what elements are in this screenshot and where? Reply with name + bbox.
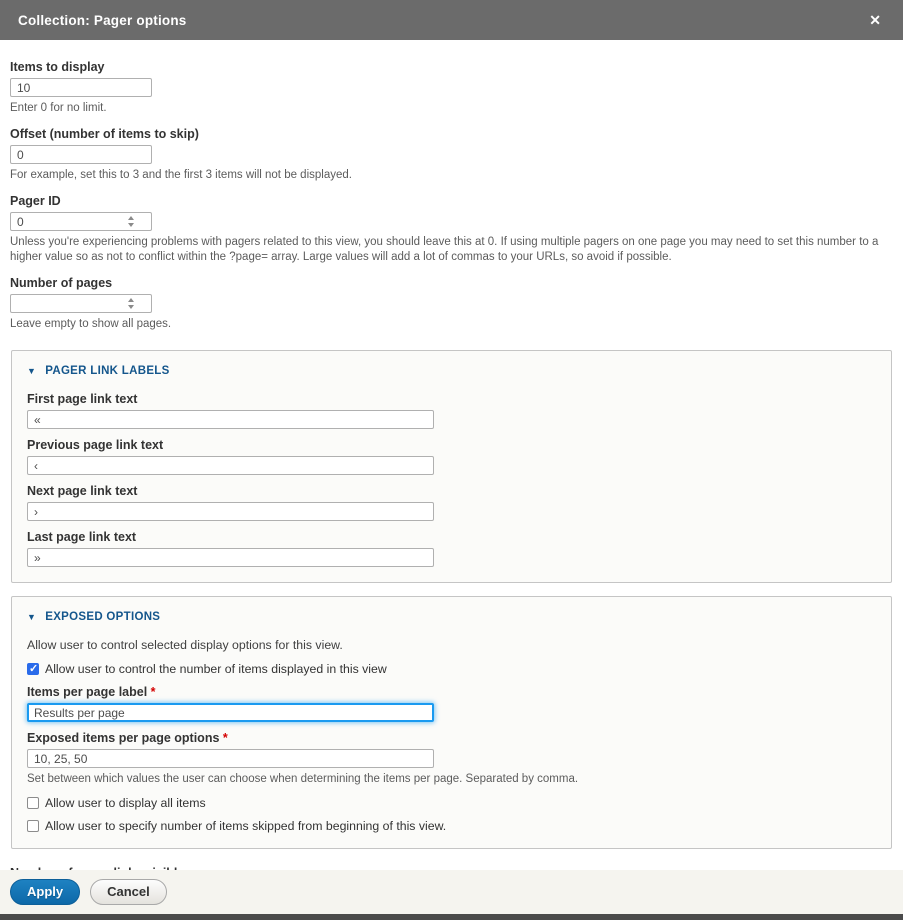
checkbox-checked-icon[interactable] (27, 663, 39, 675)
exposed-items-options-description: Set between which values the user can ch… (27, 772, 876, 787)
exposed-items-options-input[interactable] (27, 749, 434, 768)
form-item-offset: Offset (number of items to skip) For exa… (10, 127, 893, 183)
number-of-pages-label: Number of pages (10, 276, 893, 291)
checkbox-skip-items-label: Allow user to specify number of items sk… (45, 819, 446, 833)
form-item-exposed-items-options: Exposed items per page options * Set bet… (27, 731, 876, 787)
form-item-items-per-page-label: Items per page label * (27, 685, 876, 722)
form-item-items-to-display: Items to display Enter 0 for no limit. (10, 60, 893, 116)
previous-page-link-input[interactable] (27, 456, 434, 475)
offset-input[interactable] (10, 145, 152, 164)
first-page-link-input[interactable] (27, 410, 434, 429)
offset-label: Offset (number of items to skip) (10, 127, 893, 142)
page-background-strip (0, 914, 903, 920)
number-of-pages-number-wrap (10, 294, 152, 313)
items-to-display-label: Items to display (10, 60, 893, 75)
number-spinner-icon[interactable] (126, 298, 135, 309)
close-icon[interactable]: ✕ (865, 11, 885, 29)
fieldset-pager-link-labels: ▼ PAGER LINK LABELS First page link text… (11, 350, 892, 583)
pager-link-labels-legend[interactable]: ▼ PAGER LINK LABELS (27, 365, 876, 377)
checkbox-display-all-items-label: Allow user to display all items (45, 796, 206, 810)
checkbox-skip-items[interactable]: Allow user to specify number of items sk… (27, 819, 876, 833)
cancel-button[interactable]: Cancel (90, 879, 167, 905)
required-asterisk: * (223, 731, 228, 745)
pager-id-description: Unless you're experiencing problems with… (10, 235, 885, 265)
items-per-page-label-label: Items per page label * (27, 685, 876, 700)
exposed-options-legend-text: EXPOSED OPTIONS (45, 611, 160, 623)
chevron-down-icon: ▼ (27, 613, 36, 622)
checkbox-unchecked-icon[interactable] (27, 797, 39, 809)
last-page-link-label: Last page link text (27, 530, 876, 545)
pager-id-label: Pager ID (10, 194, 893, 209)
exposed-items-options-label-text: Exposed items per page options (27, 731, 219, 745)
apply-button[interactable]: Apply (10, 879, 80, 905)
number-of-pages-description: Leave empty to show all pages. (10, 317, 885, 332)
pager-id-number-wrap (10, 212, 152, 231)
form-item-pager-id: Pager ID Unless you're experiencing prob… (10, 194, 893, 265)
dialog-title: Collection: Pager options (18, 13, 865, 28)
items-to-display-description: Enter 0 for no limit. (10, 101, 885, 116)
next-page-link-input[interactable] (27, 502, 434, 521)
required-asterisk: * (151, 685, 156, 699)
previous-page-link-label: Previous page link text (27, 438, 876, 453)
exposed-options-legend[interactable]: ▼ EXPOSED OPTIONS (27, 611, 876, 623)
form-item-number-of-pages: Number of pages Leave empty to show all … (10, 276, 893, 332)
dialog-action-pane: Apply Cancel (0, 870, 903, 914)
checkbox-control-items-displayed[interactable]: Allow user to control the number of item… (27, 662, 876, 676)
fieldset-exposed-options: ▼ EXPOSED OPTIONS Allow user to control … (11, 596, 892, 849)
offset-description: For example, set this to 3 and the first… (10, 168, 885, 183)
chevron-down-icon: ▼ (27, 367, 36, 376)
items-per-page-label-text: Items per page label (27, 685, 147, 699)
form-item-previous-page-link: Previous page link text (27, 438, 876, 475)
number-spinner-icon[interactable] (126, 216, 135, 227)
items-per-page-label-input[interactable] (27, 703, 434, 722)
checkbox-control-items-displayed-label: Allow user to control the number of item… (45, 662, 387, 676)
items-to-display-input[interactable] (10, 78, 152, 97)
dialog-body: Items to display Enter 0 for no limit. O… (0, 40, 903, 922)
next-page-link-label: Next page link text (27, 484, 876, 499)
exposed-options-description: Allow user to control selected display o… (27, 638, 876, 652)
pager-link-labels-legend-text: PAGER LINK LABELS (45, 365, 169, 377)
form-item-first-page-link: First page link text (27, 392, 876, 429)
checkbox-display-all-items[interactable]: Allow user to display all items (27, 796, 876, 810)
last-page-link-input[interactable] (27, 548, 434, 567)
dialog-titlebar: Collection: Pager options ✕ (0, 0, 903, 40)
first-page-link-label: First page link text (27, 392, 876, 407)
exposed-items-options-label: Exposed items per page options * (27, 731, 876, 746)
form-item-next-page-link: Next page link text (27, 484, 876, 521)
checkbox-unchecked-icon[interactable] (27, 820, 39, 832)
form-item-last-page-link: Last page link text (27, 530, 876, 567)
